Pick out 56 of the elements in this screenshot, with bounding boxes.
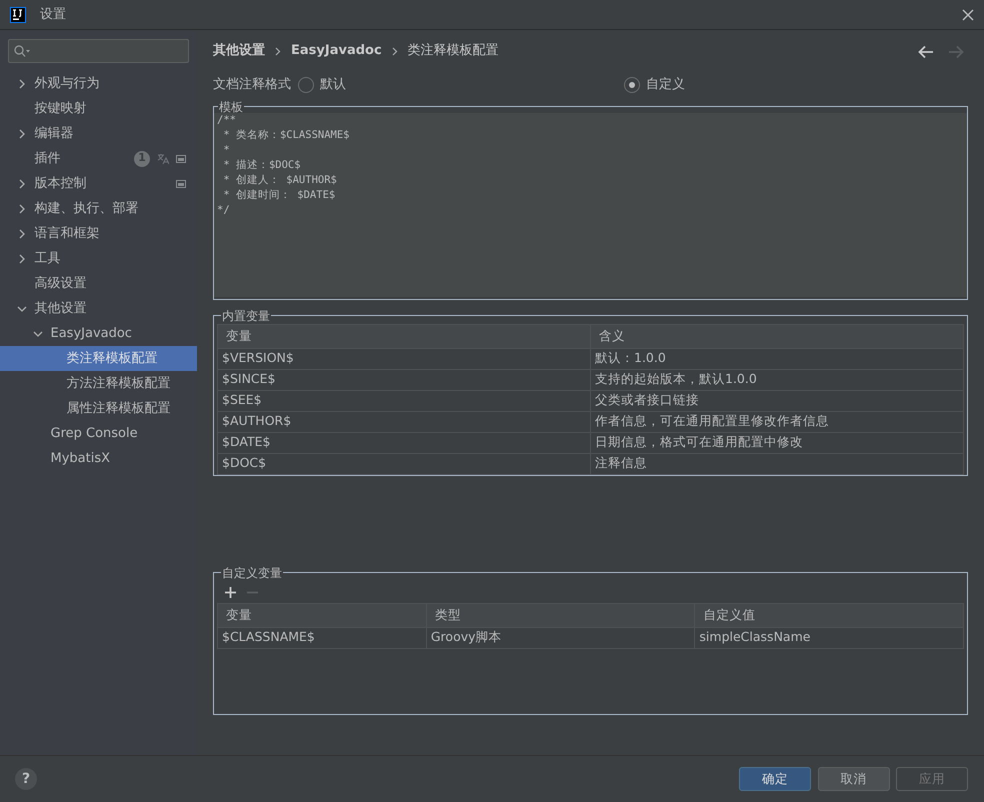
chevron-right-icon [392, 46, 398, 56]
column-header[interactable]: 自定义值 [694, 603, 964, 627]
table-cell: 作者信息，可在通用配置里修改作者信息 [590, 411, 964, 432]
group-title: 内置变量 [221, 310, 271, 322]
tree-item[interactable]: 其他设置 [0, 296, 197, 321]
format-label: 文档注释格式 [213, 76, 291, 94]
chevron-right-icon [275, 46, 281, 56]
template-editor[interactable]: /** * 类名称：$CLASSNAME$ * * 描述：$DOC$ * 创建人： $AUTHOR$ * 创建时间： $DATE$ */ [214, 112, 967, 296]
table-cell: 注释信息 [590, 453, 964, 474]
table-cell: Groovy脚本 [426, 627, 695, 648]
table-cell: $DATE$ [218, 432, 590, 453]
table-cell: $SEE$ [218, 390, 590, 411]
column-header[interactable]: 类型 [426, 603, 695, 627]
table-cell: 支持的起始版本，默认1.0.0 [590, 369, 964, 390]
dialog-button[interactable]: 取消 [818, 767, 890, 791]
column-header[interactable]: 含义 [590, 324, 964, 348]
table-cell: 日期信息，格式可在通用配置中修改 [590, 432, 964, 453]
tree-item[interactable]: 方法注释模板配置 [0, 371, 197, 396]
radio-option[interactable]: 自定义 [624, 75, 685, 95]
table-cell: $VERSION$ [218, 348, 590, 369]
table-cell: simpleClassName [694, 627, 964, 648]
tree-item[interactable]: 外观与行为 [0, 71, 197, 96]
table-cell: $CLASSNAME$ [218, 627, 426, 648]
breadcrumb-item[interactable]: 其他设置 [213, 41, 265, 61]
search-icon [14, 45, 30, 57]
window-title: 设置 [40, 6, 66, 24]
help-button[interactable]: ? [15, 768, 37, 790]
ok-button[interactable]: 确定 [739, 767, 811, 791]
close-icon[interactable] [962, 8, 974, 20]
tree-item[interactable]: 工具 [0, 246, 197, 271]
table-cell: 默认：1.0.0 [590, 348, 964, 369]
breadcrumb-item: 类注释模板配置 [408, 42, 499, 60]
search-field[interactable] [8, 39, 189, 63]
table-cell: 父类或者接口链接 [590, 390, 964, 411]
breadcrumb-item[interactable]: EasyJavadoc [291, 41, 382, 61]
table-cell: $SINCE$ [218, 369, 590, 390]
tree-item[interactable]: 语言和框架 [0, 221, 197, 246]
tree-item[interactable]: 版本控制 [0, 171, 197, 196]
app-logo-icon [10, 6, 26, 22]
tree-item[interactable]: 高级设置 [0, 271, 197, 296]
tree-item[interactable]: 类注释模板配置 [0, 346, 197, 371]
column-header[interactable]: 变量 [218, 603, 426, 627]
group-title: 模板 [218, 100, 244, 112]
tree-item[interactable]: 构建、执行、部署 [0, 196, 197, 221]
tree-item[interactable]: 属性注释模板配置 [0, 396, 197, 421]
tree-item[interactable]: MybatisX [0, 446, 197, 471]
tree-item[interactable]: EasyJavadoc [0, 321, 197, 346]
plus-icon[interactable] [225, 586, 236, 598]
table-cell: $DOC$ [218, 453, 590, 474]
tree-item[interactable]: 按键映射 [0, 96, 197, 121]
tree-item[interactable]: 编辑器 [0, 121, 197, 146]
radio-option[interactable]: 默认 [298, 75, 346, 95]
table-cell: $AUTHOR$ [218, 411, 590, 432]
group-title: 自定义变量 [221, 566, 283, 578]
tree-item[interactable]: Grep Console [0, 421, 197, 446]
column-header[interactable]: 变量 [218, 324, 590, 348]
